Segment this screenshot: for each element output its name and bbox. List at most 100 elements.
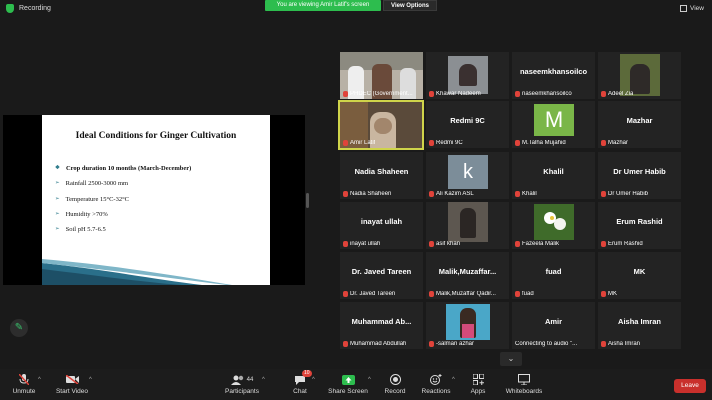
apps-button[interactable]: Apps xyxy=(467,374,489,395)
muted-mic-icon xyxy=(601,91,606,97)
muted-mic-icon xyxy=(343,241,348,247)
participant-label: Muhammad Abdullah xyxy=(350,341,407,347)
record-button[interactable]: Record xyxy=(382,374,408,395)
muted-mic-icon xyxy=(429,191,434,197)
participant-tile[interactable]: Malik,Muzaffar... Malik,Muzaffar Qadir..… xyxy=(426,252,509,299)
participant-label: Erum Rashid xyxy=(608,241,643,247)
whiteboards-button[interactable]: Whiteboards xyxy=(505,374,543,395)
muted-mic-icon xyxy=(429,241,434,247)
smiley-plus-icon xyxy=(429,374,443,385)
muted-mic-icon xyxy=(601,140,606,146)
diamond-bullet-icon: ❖ xyxy=(55,165,60,171)
grid-icon xyxy=(680,5,688,12)
participant-tile[interactable]: Khalil Khalil xyxy=(512,152,595,199)
muted-mic-icon xyxy=(343,91,348,97)
whiteboard-icon xyxy=(517,374,531,385)
slide-bullet: ➢ Humidity >70% xyxy=(55,210,108,218)
participant-tile-active-speaker[interactable]: Amir Latif xyxy=(338,100,424,150)
chat-bubble-icon: 10 xyxy=(293,370,312,385)
view-button[interactable]: View xyxy=(680,5,704,12)
participant-tile[interactable]: -salman azhar xyxy=(426,302,509,349)
recording-indicator: Recording xyxy=(6,4,51,13)
slide-wave-decoration xyxy=(42,259,232,285)
split-handle[interactable] xyxy=(306,193,309,208)
shield-icon xyxy=(6,4,14,13)
chat-unread-badge: 10 xyxy=(302,370,312,377)
shared-screen: Ideal Conditions for Ginger Cultivation … xyxy=(3,115,305,285)
participant-tile[interactable]: Erum Rashid Erum Rashid xyxy=(598,202,681,249)
participant-tile[interactable]: asif khan xyxy=(426,202,509,249)
meeting-toolbar: Unmute ^ Start Video ^ 44 Participants ^… xyxy=(0,369,712,400)
participant-tile[interactable]: Nadia Shaheen Nadia Shaheen xyxy=(340,152,423,199)
slide-bullet: ➢ Temperature 15°C-32°C xyxy=(55,195,130,203)
chevron-up-icon[interactable]: ^ xyxy=(368,377,371,383)
participant-label: asif khan xyxy=(436,241,461,247)
arrow-bullet-icon: ➢ xyxy=(55,195,60,202)
participant-tile[interactable]: Dr Umer Habib Dr Umer Habib xyxy=(598,152,681,199)
participant-tile[interactable]: Dr. Javed Tareen Dr. Javed Tareen xyxy=(340,252,423,299)
participant-tile[interactable]: MK MK xyxy=(598,252,681,299)
participant-label: fuad xyxy=(522,291,534,297)
muted-mic-icon xyxy=(601,341,606,347)
muted-mic-icon xyxy=(429,91,434,97)
chevron-up-icon[interactable]: ^ xyxy=(312,377,315,383)
view-options-button[interactable]: View Options xyxy=(383,0,437,11)
participant-tile[interactable]: Amir Connecting to audio "... xyxy=(512,302,595,349)
participant-label: Khalil xyxy=(522,191,537,197)
chevron-up-icon[interactable]: ^ xyxy=(89,377,92,383)
record-icon xyxy=(388,374,402,385)
participant-tile[interactable]: Adeel Zia xyxy=(598,52,681,99)
annotate-pen-icon[interactable]: ✎ xyxy=(10,319,28,337)
participant-tile[interactable]: M M.Talha Mujahid xyxy=(512,101,595,148)
participant-label: Aisha Imran xyxy=(608,341,641,347)
participant-tile[interactable]: Muhammad Ab... Muhammad Abdullah xyxy=(340,302,423,349)
muted-mic-icon xyxy=(343,341,348,347)
chevron-up-icon[interactable]: ^ xyxy=(38,377,41,383)
participant-tile[interactable]: PHDEC (Government... xyxy=(340,52,423,99)
viewing-banner: You are viewing Amir Latif's screen xyxy=(265,0,381,11)
participant-label: PHDEC (Government... xyxy=(350,91,413,97)
start-video-button[interactable]: Start Video xyxy=(54,374,90,395)
muted-mic-icon xyxy=(515,191,520,197)
participant-label: -salman azhar xyxy=(436,341,475,347)
participant-label: Dr. Javed Tareen xyxy=(350,291,396,297)
slide-bullet: ➢ Rainfall 2500-3000 mm xyxy=(55,180,129,188)
muted-mic-icon xyxy=(429,140,434,146)
share-screen-icon xyxy=(341,374,355,385)
participant-label: Mazhar xyxy=(608,140,629,146)
muted-mic-icon xyxy=(429,291,434,297)
participant-tile[interactable]: Mazhar Mazhar xyxy=(598,101,681,148)
chevron-up-icon[interactable]: ^ xyxy=(262,377,265,383)
slide-bullet: ❖ Crop duration 10 months (March-December… xyxy=(55,165,192,172)
participant-tile[interactable]: inayat ullah inayat ullah xyxy=(340,202,423,249)
top-bar: Recording You are viewing Amir Latif's s… xyxy=(0,0,712,20)
chevron-up-icon[interactable]: ^ xyxy=(452,377,455,383)
muted-mic-icon xyxy=(515,291,520,297)
participant-tile[interactable]: Aisha Imran Aisha Imran xyxy=(598,302,681,349)
participant-label: Adeel Zia xyxy=(608,91,634,97)
participants-button[interactable]: 44 Participants xyxy=(222,374,262,395)
participant-label: Malik,Muzaffar Qadir... xyxy=(436,291,496,297)
presentation-slide: Ideal Conditions for Ginger Cultivation … xyxy=(42,115,270,285)
gallery-next-page-button[interactable]: ⌄ xyxy=(500,352,522,366)
reactions-button[interactable]: Reactions xyxy=(420,374,452,395)
muted-microphone-icon xyxy=(17,374,31,385)
participant-label: Connecting to audio "... xyxy=(515,341,578,347)
participant-label: M.Talha Mujahid xyxy=(522,140,566,146)
participant-tile[interactable]: naseemkhansoilco naseemkhansoilco xyxy=(512,52,595,99)
leave-button[interactable]: Leave xyxy=(674,379,706,393)
participant-tile[interactable]: Khawar Nadeem xyxy=(426,52,509,99)
unmute-button[interactable]: Unmute xyxy=(10,374,38,395)
chevron-down-icon: ⌄ xyxy=(507,354,515,363)
chat-button[interactable]: 10 Chat xyxy=(289,370,312,395)
participant-tile[interactable]: k Ali Kazim ASL xyxy=(426,152,509,199)
muted-mic-icon xyxy=(343,191,348,197)
slide-bullet: ➢ Soil pH 5.7-6.5 xyxy=(55,226,106,234)
muted-mic-icon xyxy=(601,191,606,197)
muted-mic-icon xyxy=(343,140,348,146)
participant-tile[interactable]: fuad fuad xyxy=(512,252,595,299)
participant-tile[interactable]: Fazeela Malik xyxy=(512,202,595,249)
share-screen-button[interactable]: Share Screen xyxy=(328,374,368,395)
participant-tile[interactable]: Redmi 9C Redmi 9C xyxy=(426,101,509,148)
muted-mic-icon xyxy=(601,241,606,247)
